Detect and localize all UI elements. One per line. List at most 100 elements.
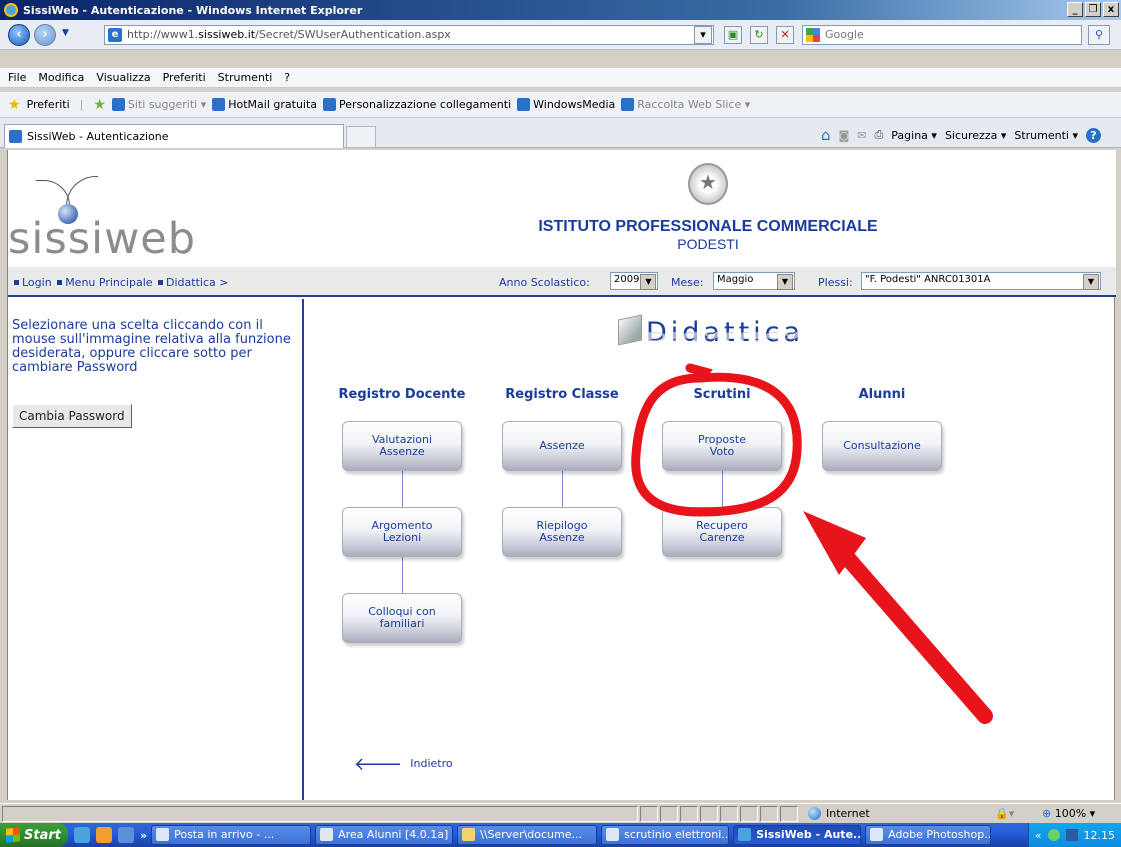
favorites-label[interactable]: Preferiti — [27, 98, 70, 111]
compatibility-icon[interactable]: ▣ — [724, 26, 742, 44]
tab-sissiweb[interactable]: SissiWeb - Autenticazione — [4, 124, 344, 148]
stop-icon[interactable]: ✕ — [776, 26, 794, 44]
argomento-lezioni-button[interactable]: Argomento Lezioni — [342, 507, 462, 557]
mese-select[interactable]: Maggio — [713, 272, 795, 290]
menu-bar: File Modifica Visualizza Preferiti Strum… — [0, 68, 1121, 88]
connector-line — [402, 557, 403, 593]
anno-label: Anno Scolastico: — [499, 276, 590, 289]
sissiweb-logo[interactable]: sissiweb — [8, 166, 218, 264]
quicklaunch-more-icon[interactable]: » — [140, 829, 147, 842]
protected-mode-icon[interactable]: 🔒▾ — [995, 807, 1014, 820]
proposte-voto-button[interactable]: Proposte Voto — [662, 421, 782, 471]
cmd-pagina[interactable]: Pagina ▾ — [891, 129, 937, 142]
breadcrumb-menu-principale[interactable]: Menu Principale — [65, 276, 152, 289]
search-placeholder: Google — [825, 28, 864, 41]
globe-icon — [808, 807, 821, 820]
tab-title: SissiWeb - Autenticazione — [27, 130, 169, 143]
feeds-icon[interactable]: ◙ — [839, 129, 850, 142]
search-icon[interactable]: ⚲ — [1088, 25, 1110, 45]
address-dropdown-icon[interactable]: ▾ — [694, 26, 712, 44]
menu-help[interactable]: ? — [284, 71, 290, 84]
valutazioni-assenze-button[interactable]: Valutazioni Assenze — [342, 421, 462, 471]
plessi-label: Plessi: — [818, 276, 853, 289]
breadcrumb-didattica[interactable]: Didattica > — [166, 276, 228, 289]
tray-network-icon[interactable] — [1065, 829, 1078, 841]
mail-icon[interactable]: ✉ — [857, 129, 866, 142]
google-logo-icon — [806, 28, 820, 42]
assenze-button[interactable]: Assenze — [502, 421, 622, 471]
help-icon[interactable]: ? — [1086, 127, 1101, 143]
school-line1: ISTITUTO PROFESSIONALE COMMERCIALE — [538, 218, 878, 235]
print-icon[interactable]: ⎙ — [874, 128, 883, 142]
address-host: sissiweb.it — [198, 28, 256, 41]
menu-modifica[interactable]: Modifica — [38, 71, 84, 84]
header-registro-classe: Registro Classe — [505, 387, 619, 402]
status-bar: Internet 🔒▾ ⊕ 100% ▾ — [0, 803, 1121, 823]
link-icon — [323, 98, 337, 112]
task-scrutinio[interactable]: scrutinio elettroni... — [601, 825, 730, 845]
breadcrumb: Login Menu Principale Didattica > — [12, 276, 228, 289]
tray-app-icon[interactable] — [1047, 829, 1060, 841]
page-icon: e — [108, 28, 122, 42]
fav-personalizzazione[interactable]: Personalizzazione collegamenti — [323, 98, 511, 112]
zoom-control[interactable]: ⊕ 100% ▾ — [1042, 807, 1095, 820]
breadcrumb-login[interactable]: Login — [22, 276, 52, 289]
minimize-button[interactable]: _ — [1067, 2, 1083, 17]
quicklaunch-desktop-icon[interactable] — [118, 827, 134, 843]
menu-visualizza[interactable]: Visualizza — [96, 71, 150, 84]
forward-arrow-icon[interactable]: › — [34, 24, 56, 46]
refresh-icon[interactable]: ↻ — [750, 26, 768, 44]
task-photoshop[interactable]: Adobe Photoshop... — [865, 825, 992, 845]
menu-preferiti[interactable]: Preferiti — [163, 71, 206, 84]
school-line2: PODESTI — [677, 236, 739, 252]
task-sissiweb[interactable]: SissiWeb - Aute... — [733, 825, 862, 845]
close-button[interactable]: x — [1103, 2, 1119, 17]
task-server[interactable]: \\Server\docume... — [457, 825, 598, 845]
address-row: ‹ › ▼ e http://www1.sissiweb.it/Secret/S… — [0, 20, 1121, 50]
task-posta[interactable]: Posta in arrivo - ... — [151, 825, 312, 845]
cmd-sicurezza[interactable]: Sicurezza ▾ — [945, 129, 1006, 142]
anno-select[interactable]: 2009 — [610, 272, 659, 290]
connector-line — [562, 471, 563, 507]
instructions-text: Selezionare una scelta cliccando con il … — [12, 318, 291, 375]
change-password-button[interactable]: Cambia Password — [12, 404, 132, 428]
book-icon — [618, 314, 642, 346]
indietro-link[interactable]: 🡐 Indietro — [354, 754, 453, 775]
menu-file[interactable]: File — [8, 71, 26, 84]
quicklaunch-ie-icon[interactable] — [74, 827, 90, 843]
new-tab-button[interactable] — [346, 126, 376, 148]
connector-line — [722, 471, 723, 507]
web-page: sissiweb ISTITUTO PROFESSIONALE COMMERCI… — [7, 150, 1116, 800]
task-icon — [462, 828, 476, 841]
consultazione-button[interactable]: Consultazione — [822, 421, 942, 471]
recupero-carenze-button[interactable]: Recupero Carenze — [662, 507, 782, 557]
separator: | — [79, 98, 84, 111]
back-arrow-icon[interactable]: ‹ — [8, 24, 30, 46]
tray-expand-icon[interactable]: « — [1035, 829, 1042, 842]
task-icon — [156, 828, 170, 841]
history-dropdown-icon[interactable]: ▼ — [62, 28, 69, 38]
fav-web-slice[interactable]: Raccolta Web Slice ▾ — [621, 98, 750, 112]
quicklaunch-media-icon[interactable] — [96, 827, 112, 843]
cmd-strumenti[interactable]: Strumenti ▾ — [1014, 129, 1078, 142]
address-bar[interactable]: e http://www1.sissiweb.it/Secret/SWUserA… — [104, 25, 714, 45]
menu-strumenti[interactable]: Strumenti — [218, 71, 273, 84]
task-area-alunni[interactable]: Area Alunni [4.0.1a] — [315, 825, 454, 845]
add-favorite-icon[interactable]: ★ — [93, 97, 106, 113]
tab-row: SissiWeb - Autenticazione ⌂ ◙ ✉ ⎙ Pagina… — [0, 118, 1121, 148]
restore-button[interactable]: ❐ — [1085, 2, 1101, 17]
plessi-select[interactable]: "F. Podesti" ANRC01301A — [861, 272, 1101, 290]
fav-siti-suggeriti[interactable]: Siti suggeriti ▾ — [111, 98, 206, 112]
mese-label: Mese: — [671, 276, 704, 289]
security-zone[interactable]: Internet — [808, 807, 870, 820]
back-arrow-icon: 🡐 — [354, 754, 403, 775]
favorites-star-icon[interactable]: ★ — [8, 97, 21, 113]
search-input[interactable]: Google — [802, 25, 1082, 45]
colloqui-familiari-button[interactable]: Colloqui con familiari — [342, 593, 462, 643]
riepilogo-assenze-button[interactable]: Riepilogo Assenze — [502, 507, 622, 557]
didattica-menu: Didattica Didattica Registro Docente Reg… — [306, 299, 1116, 800]
fav-windowsmedia[interactable]: WindowsMedia — [517, 98, 615, 112]
home-icon[interactable]: ⌂ — [821, 126, 831, 144]
start-button[interactable]: Start — [0, 823, 68, 847]
fav-hotmail[interactable]: HotMail gratuita — [212, 98, 317, 112]
